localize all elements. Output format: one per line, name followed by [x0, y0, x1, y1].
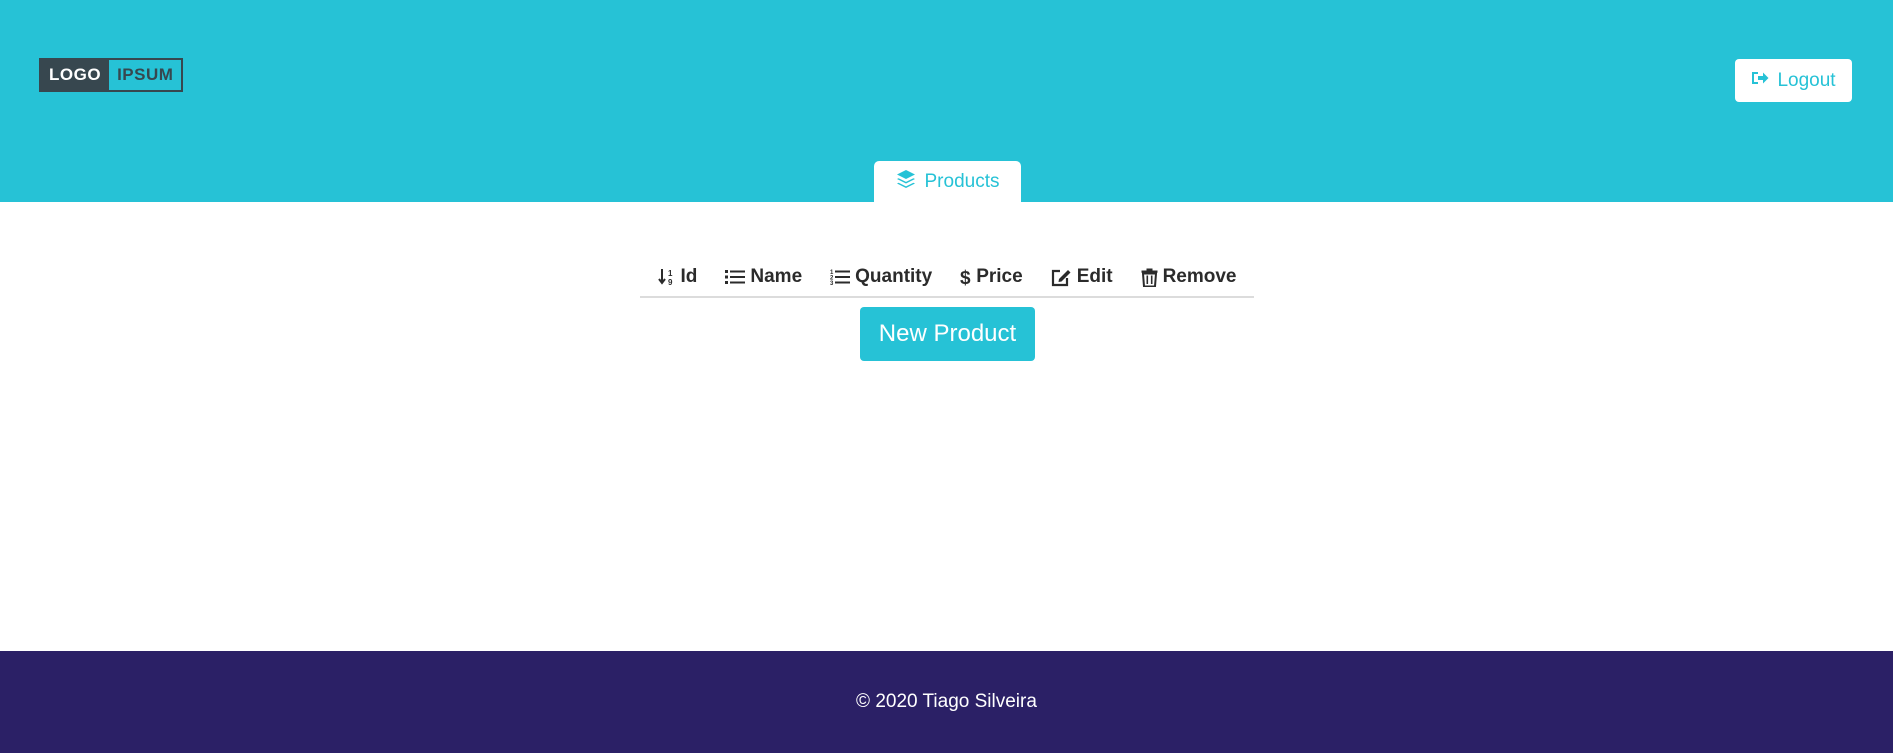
svg-text:3: 3: [830, 281, 834, 286]
table-header: 1 9 Id Name 1 2 3 Quantity $ Price Edit …: [640, 258, 1254, 298]
column-header-price[interactable]: $ Price: [946, 266, 1036, 288]
new-product-button[interactable]: New Product: [860, 307, 1035, 361]
logo-part-2: IPSUM: [109, 60, 182, 90]
column-header-remove[interactable]: Remove: [1127, 266, 1251, 288]
list-ol-icon: 1 2 3: [830, 268, 851, 286]
column-header-name[interactable]: Name: [711, 266, 816, 288]
column-label: Name: [750, 266, 803, 287]
svg-text:9: 9: [668, 278, 673, 287]
column-label: Remove: [1162, 266, 1237, 287]
svg-text:$: $: [960, 268, 971, 287]
trash-icon: [1141, 268, 1158, 287]
footer: © 2020 Tiago Silveira: [0, 651, 1893, 753]
logout-button[interactable]: Logout: [1735, 59, 1852, 102]
sort-numeric-icon: 1 9: [657, 267, 676, 287]
layers-icon: [896, 169, 916, 195]
logo: LOGO IPSUM: [39, 58, 184, 92]
dollar-icon: $: [960, 267, 971, 287]
column-label: Id: [680, 266, 698, 287]
app-header: LOGO IPSUM Logout Products: [0, 0, 1893, 203]
column-header-quantity[interactable]: 1 2 3 Quantity: [816, 266, 946, 288]
tab-products[interactable]: Products: [874, 161, 1021, 203]
column-label: Quantity: [855, 266, 933, 287]
logout-label: Logout: [1777, 69, 1836, 91]
edit-icon: [1051, 268, 1072, 287]
column-header-edit[interactable]: Edit: [1037, 266, 1127, 288]
copyright-text: © 2020 Tiago Silveira: [856, 691, 1037, 712]
tab-products-label: Products: [924, 171, 1000, 192]
column-header-id[interactable]: 1 9 Id: [644, 266, 712, 288]
logo-part-1: LOGO: [41, 60, 110, 90]
column-label: Edit: [1076, 266, 1113, 287]
list-icon: [725, 268, 746, 286]
svg-text:1: 1: [668, 269, 673, 278]
sign-out-icon: [1751, 70, 1769, 92]
column-label: Price: [976, 266, 1023, 287]
